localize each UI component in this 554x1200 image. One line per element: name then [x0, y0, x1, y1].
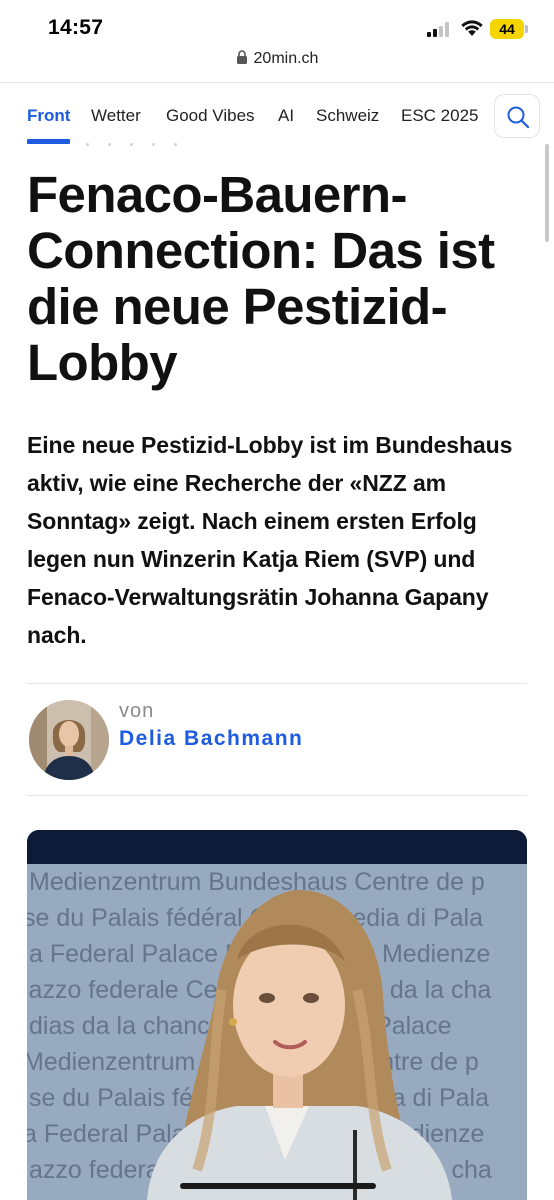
- author-divider-bottom: [27, 795, 527, 796]
- author-name-link[interactable]: Delia Bachmann: [119, 727, 303, 751]
- nav-item-good-vibes[interactable]: Good Vibes: [166, 106, 255, 126]
- category-nav: Front Wetter Good Vibes AI Schweiz ESC 2…: [0, 83, 554, 145]
- nav-fade: [480, 95, 494, 139]
- status-bar: 14:57 44: [0, 0, 554, 50]
- url-text: 20min.ch: [253, 50, 319, 67]
- lock-icon: [236, 50, 248, 64]
- nav-scroll-hint: [86, 143, 196, 147]
- wifi-icon: [460, 19, 484, 37]
- article-lead: Eine neue Pestizid-Lobby ist im Bundesha…: [27, 432, 513, 648]
- nav-item-ai[interactable]: AI: [278, 106, 294, 126]
- battery-cap: [525, 25, 528, 33]
- nav-item-schweiz[interactable]: Schweiz: [316, 106, 379, 126]
- author-prefix: von: [119, 700, 155, 722]
- address-bar[interactable]: 20min.ch: [0, 50, 554, 80]
- nav-item-esc-2025[interactable]: ESC 2025: [401, 106, 479, 126]
- search-button[interactable]: [494, 94, 540, 138]
- nav-item-front[interactable]: Front: [27, 106, 70, 126]
- author-divider-top: [27, 683, 527, 684]
- author-avatar[interactable]: [29, 700, 109, 780]
- active-tab-indicator: [27, 139, 70, 144]
- battery-indicator: 44: [490, 19, 524, 39]
- nav-item-wetter[interactable]: Wetter: [91, 106, 141, 126]
- cellular-signal-icon: [427, 21, 453, 37]
- status-time: 14:57: [48, 16, 104, 39]
- article-headline: Fenaco-Bauern-Connection: Das ist die ne…: [27, 166, 495, 391]
- search-icon: [507, 106, 530, 129]
- article-hero-image[interactable]: Medienzentrum Bundeshaus Centre de p se d…: [27, 830, 527, 1200]
- hero-backdrop-line: Medienzentrum Bundeshaus Centre de p: [29, 868, 485, 896]
- page-scrollbar[interactable]: [545, 144, 549, 242]
- home-indicator[interactable]: [180, 1183, 376, 1189]
